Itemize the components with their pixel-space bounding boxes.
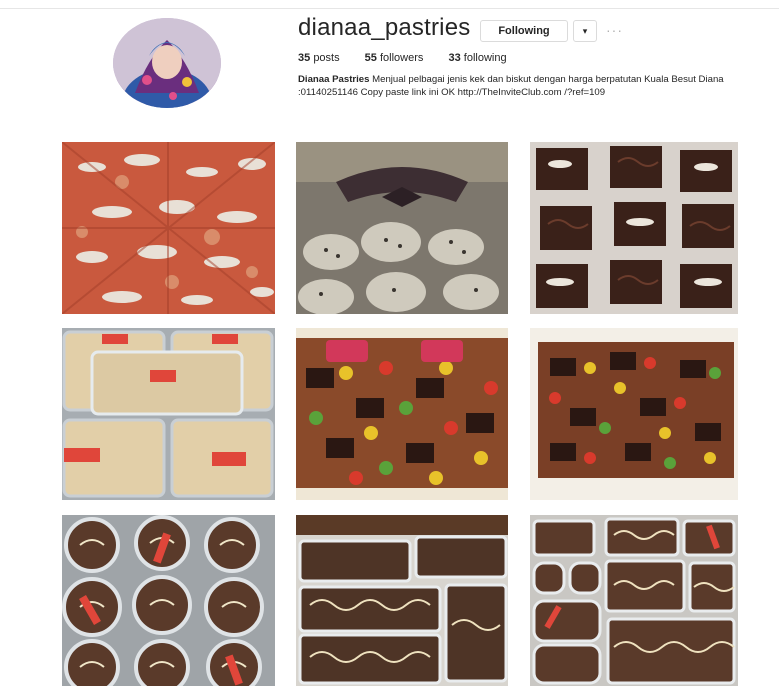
post-tile-cookies-jar[interactable] [296,142,508,314]
chevron-down-icon: ▾ [582,26,588,36]
top-divider [0,8,779,9]
bio-name: Dianaa Pastries [298,74,370,85]
post-tile-dessert-trays[interactable] [296,515,508,686]
profile-username: dianaa_pastries [298,14,471,41]
posts-count: 35 [298,52,311,64]
followers-stat[interactable]: 55 followers [365,52,424,64]
follow-options-dropdown[interactable]: ▾ [573,20,597,42]
profile-stats: 35 posts 55 followers 33 following [298,52,529,64]
post-tile-almond-brownies[interactable] [530,142,738,314]
post-tile-chocolate-candy-cake-2[interactable] [530,328,738,500]
post-tile-pizza[interactable] [62,142,275,314]
following-button[interactable]: Following [480,20,568,42]
post-tile-boxed-pastries[interactable] [62,328,275,500]
followers-label: followers [379,52,424,64]
posts-label: posts [313,52,340,64]
post-tile-dessert-cups[interactable] [62,515,275,686]
post-tile-dessert-trays-2[interactable] [530,515,738,686]
posts-stat: 35 posts [298,52,340,64]
following-label: following [463,52,507,64]
profile-avatar[interactable] [113,18,221,108]
more-options-icon[interactable]: ··· [606,22,628,38]
profile-bio: Dianaa Pastries Menjual pelbagai jenis k… [298,73,738,99]
following-count: 33 [448,52,461,64]
post-tile-chocolate-candy-cake[interactable] [296,328,508,500]
followers-count: 55 [364,52,377,64]
following-stat[interactable]: 33 following [448,52,506,64]
